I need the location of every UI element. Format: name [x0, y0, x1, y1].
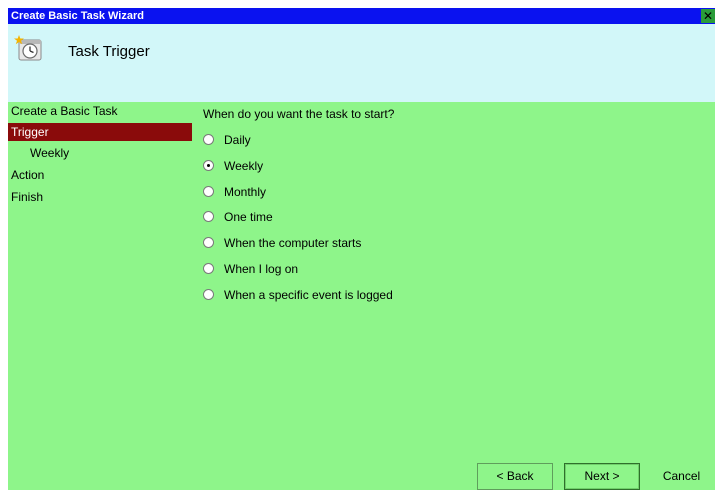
question-label: When do you want the task to start?	[203, 107, 395, 121]
wizard-window: Create Basic Task Wizard ✕ Task Trigger …	[8, 8, 715, 490]
radio-computer-starts[interactable]	[203, 237, 214, 248]
cancel-button[interactable]: Cancel	[648, 463, 715, 490]
sidebar-item-action[interactable]: Action	[8, 166, 192, 184]
radio-event-logged[interactable]	[203, 289, 214, 300]
sidebar-item-trigger[interactable]: Trigger	[8, 123, 192, 141]
page-title: Task Trigger	[68, 43, 150, 60]
radio-monthly[interactable]	[203, 186, 214, 197]
wizard-header: Task Trigger	[8, 24, 715, 102]
sidebar-item-finish[interactable]: Finish	[8, 188, 192, 206]
next-button[interactable]: Next >	[564, 463, 640, 490]
close-button[interactable]: ✕	[701, 9, 715, 23]
option-label[interactable]: Weekly	[224, 158, 263, 174]
option-label[interactable]: Monthly	[224, 184, 266, 200]
radio-weekly[interactable]	[203, 160, 214, 171]
radio-daily[interactable]	[203, 134, 214, 145]
back-button[interactable]: < Back	[477, 463, 553, 490]
option-label[interactable]: When the computer starts	[224, 235, 361, 251]
option-label[interactable]: When a specific event is logged	[224, 287, 393, 303]
window-title: Create Basic Task Wizard	[11, 10, 144, 22]
option-label[interactable]: When I log on	[224, 261, 298, 277]
clock-icon	[13, 34, 43, 64]
sidebar-item-weekly[interactable]: Weekly	[8, 144, 192, 162]
sidebar-item-create-basic-task[interactable]: Create a Basic Task	[8, 102, 192, 120]
title-bar[interactable]: Create Basic Task Wizard ✕	[8, 8, 715, 24]
radio-one-time[interactable]	[203, 211, 214, 222]
radio-log-on[interactable]	[203, 263, 214, 274]
option-label[interactable]: Daily	[224, 132, 251, 148]
option-label[interactable]: One time	[224, 209, 273, 225]
